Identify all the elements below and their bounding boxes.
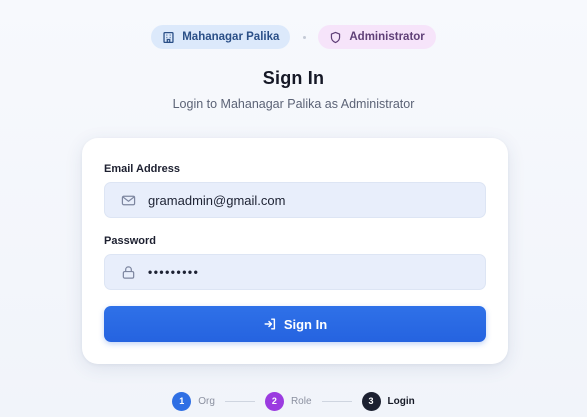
step-number: 3 (361, 391, 381, 411)
step-label: Role (290, 395, 312, 407)
sign-in-button-label: Sign In (283, 316, 328, 332)
step-label: Login (387, 395, 415, 407)
lock-icon (120, 264, 136, 280)
password-value: ••••••••• (148, 265, 200, 279)
step-role[interactable]: 2 Role (264, 391, 312, 411)
page-title: Sign In (262, 68, 325, 88)
step-number: 2 (264, 391, 284, 411)
password-field[interactable]: ••••••••• (104, 254, 486, 290)
building-icon (161, 30, 175, 44)
email-field[interactable]: gramadmin@gmail.com (104, 182, 486, 218)
email-value: gramadmin@gmail.com (148, 192, 286, 208)
step-label: Org (198, 395, 215, 407)
step-org[interactable]: 1 Org (172, 391, 215, 411)
sign-in-button[interactable]: Sign In (104, 306, 486, 342)
password-label: Password (104, 235, 156, 247)
progress-stepper: 1 Org 2 Role 3 Login (0, 391, 587, 411)
mail-icon (120, 192, 136, 208)
org-badge: Mahanagar Palika (151, 25, 291, 49)
sign-in-card: Email Address gramadmin@gmail.com Passwo… (82, 138, 508, 364)
context-badges: Mahanagar Palika Administrator (0, 25, 587, 49)
login-icon (263, 317, 277, 331)
step-login: 3 Login (361, 391, 415, 411)
email-label: Email Address (104, 163, 181, 175)
badge-separator (290, 35, 318, 39)
page-subtitle: Login to Mahanagar Palika as Administrat… (172, 97, 415, 111)
step-connector (321, 400, 352, 402)
role-badge-label: Administrator (349, 31, 425, 43)
org-badge-label: Mahanagar Palika (182, 31, 280, 43)
shield-icon (328, 30, 342, 44)
step-connector (224, 400, 255, 402)
step-number: 1 (172, 391, 192, 411)
role-badge: Administrator (318, 25, 436, 49)
